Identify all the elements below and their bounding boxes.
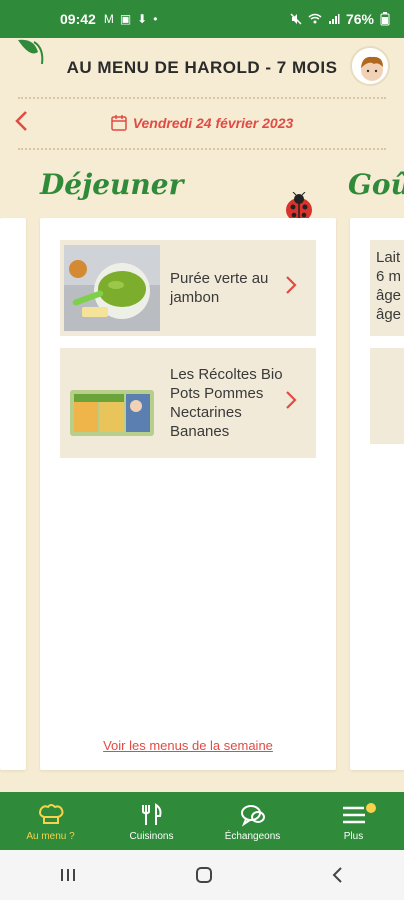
calendar-icon	[110, 115, 127, 131]
status-icons: M ▣ ⬇ •	[104, 12, 158, 26]
chat-icon	[240, 804, 265, 827]
nav-cuisinons[interactable]: Cuisinons	[102, 801, 202, 842]
current-date: Vendredi 24 février 2023	[132, 115, 294, 131]
mute-icon	[290, 13, 302, 25]
previous-meal-card[interactable]	[0, 218, 26, 770]
snippet-line: âge	[376, 287, 402, 304]
meal-item[interactable]: Les Récoltes Bio Pots Pommes Nectarines …	[60, 348, 316, 458]
download-icon: ⬇	[137, 12, 148, 26]
nav-echangeons[interactable]: Échangeons	[203, 801, 303, 842]
bottom-nav: Au menu ? Cuisinons Échangeons Plus	[0, 792, 404, 850]
dot-icon: •	[153, 12, 158, 26]
menu-icon	[342, 806, 365, 823]
recent-apps-icon[interactable]	[59, 867, 77, 883]
mail-icon: M	[103, 12, 114, 26]
snippet-line: âge	[376, 306, 402, 323]
meal-item-name: Les Récoltes Bio Pots Pommes Nectarines …	[170, 366, 283, 440]
meal-item[interactable]: Purée verte au jambon	[60, 240, 316, 336]
nav-label: Au menu ?	[26, 830, 75, 842]
wifi-icon	[308, 13, 322, 24]
avatar[interactable]	[350, 46, 390, 86]
meal-title-next: Goût	[348, 168, 404, 201]
puree-thumbnail	[64, 245, 160, 331]
status-time: 09:42	[60, 11, 96, 27]
status-bar: 09:42 M ▣ ⬇ • 76%	[0, 0, 404, 38]
recoltes-thumbnail	[64, 360, 160, 455]
child-avatar-icon	[361, 56, 383, 81]
system-nav-bar	[0, 850, 404, 900]
status-right: 76%	[290, 11, 390, 27]
utensils-icon	[141, 802, 161, 825]
notification-badge	[363, 800, 378, 815]
divider-date	[18, 148, 386, 150]
nav-label: Plus	[343, 830, 364, 842]
snippet-line: Lait	[376, 249, 401, 266]
meal-title-dejeuner: Déjeuner	[40, 168, 184, 201]
chevron-right-icon	[284, 274, 308, 302]
next-meal-snippet: Lait 6 m âge âge	[376, 248, 401, 324]
battery-percent: 76%	[345, 11, 374, 27]
chef-hat-icon	[38, 803, 63, 824]
snippet-line: 6 m	[376, 268, 402, 285]
meal-item-name: Purée verte au jambon	[170, 270, 269, 306]
signal-icon	[328, 14, 340, 24]
divider-top	[18, 97, 386, 99]
page-title: AU MENU DE HAROLD - 7 MOIS	[66, 58, 338, 77]
back-icon[interactable]	[331, 866, 345, 884]
gallery-icon: ▣	[119, 12, 132, 26]
date-selector[interactable]: Vendredi 24 février 2023	[0, 104, 404, 142]
chevron-right-icon	[284, 389, 308, 417]
nav-label: Échangeons	[224, 830, 281, 842]
header: AU MENU DE HAROLD - 7 MOIS	[0, 38, 404, 98]
battery-icon	[380, 12, 390, 26]
nav-plus[interactable]: Plus	[304, 800, 404, 842]
next-meal-item[interactable]	[370, 348, 404, 444]
home-icon[interactable]	[195, 866, 213, 884]
week-menus-link[interactable]: Voir les menus de la semaine	[40, 738, 336, 753]
meal-card-dejeuner: Purée verte au jambon Les Récoltes Bio P…	[40, 218, 336, 770]
nav-label: Cuisinons	[129, 830, 174, 842]
nav-au-menu[interactable]: Au menu ?	[1, 801, 101, 842]
next-meal-card[interactable]: Lait 6 m âge âge	[350, 218, 404, 770]
